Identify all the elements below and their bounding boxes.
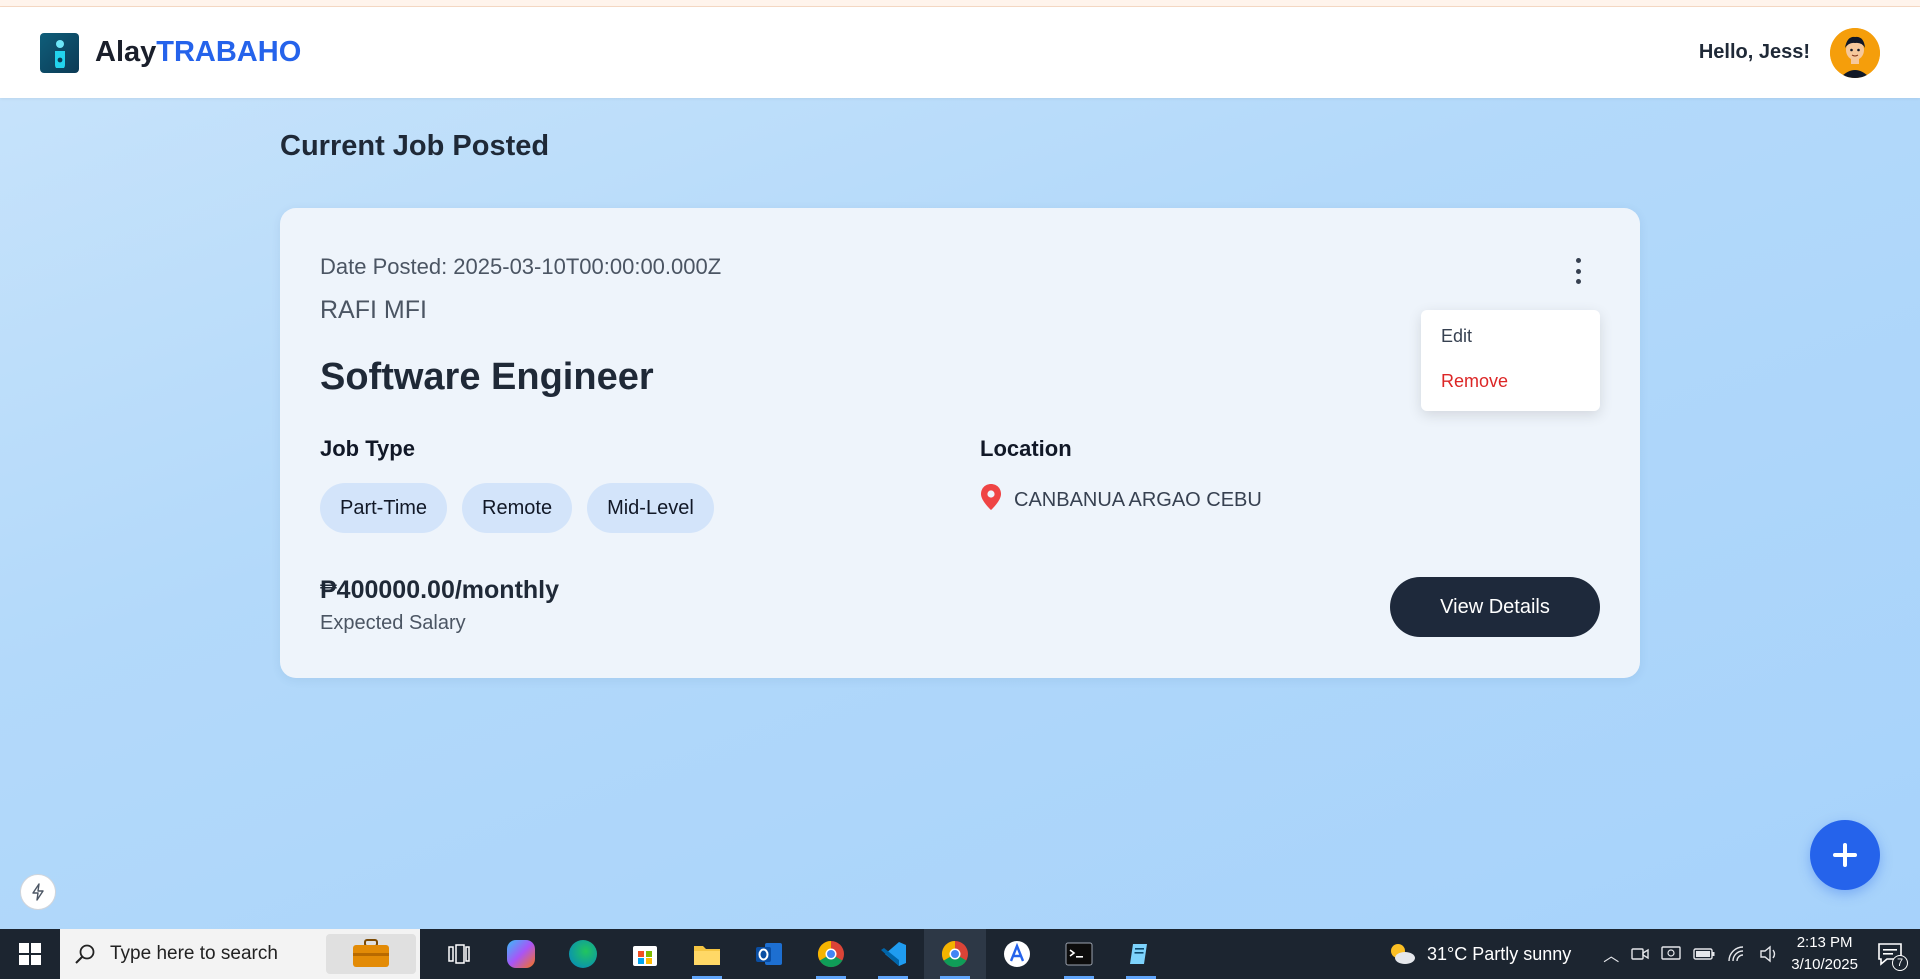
- view-details-button[interactable]: View Details: [1390, 577, 1600, 637]
- menu-remove[interactable]: Remove: [1441, 371, 1508, 392]
- copilot-icon[interactable]: [490, 929, 552, 979]
- notification-count: 7: [1892, 955, 1908, 971]
- store-icon[interactable]: [614, 929, 676, 979]
- brand-name-part2: TRABAHO: [156, 36, 302, 68]
- logo-icon: [40, 32, 79, 73]
- search-placeholder: Type here to search: [110, 943, 278, 964]
- briefcase-icon[interactable]: [326, 934, 416, 974]
- wifi-icon[interactable]: [1727, 945, 1747, 963]
- tag-mid-level: Mid-Level: [587, 483, 714, 533]
- system-tray: 31°C Partly sunny ︿ 2:13 PM 3/10/2025 7: [1387, 932, 1920, 976]
- plus-icon: [1833, 843, 1857, 867]
- add-job-button[interactable]: [1810, 820, 1880, 890]
- page-title: Current Job Posted: [280, 130, 550, 162]
- edge-icon[interactable]: [552, 929, 614, 979]
- more-options-icon[interactable]: [1570, 258, 1586, 284]
- windows-start-icon[interactable]: [0, 929, 60, 979]
- terminal-icon[interactable]: [1048, 929, 1110, 979]
- taskbar: Type here to search 31°C Partly sunny ︿ …: [0, 929, 1920, 979]
- clock[interactable]: 2:13 PM 3/10/2025: [1791, 932, 1858, 976]
- file-explorer-icon[interactable]: [676, 929, 738, 979]
- brand[interactable]: AlayTRABAHO: [40, 32, 301, 73]
- app-a-icon[interactable]: [986, 929, 1048, 979]
- vscode-icon[interactable]: [862, 929, 924, 979]
- volume-icon[interactable]: [1759, 945, 1779, 963]
- job-type-tags: Part-Time Remote Mid-Level: [320, 483, 714, 533]
- user-menu[interactable]: Hello, Jess!: [1698, 27, 1880, 78]
- display-icon[interactable]: [1661, 945, 1681, 963]
- weather-widget[interactable]: 31°C Partly sunny: [1387, 941, 1571, 967]
- navbar: AlayTRABAHO Hello, Jess!: [0, 7, 1920, 98]
- location-text: CANBANUA ARGAO CEBU: [1014, 488, 1262, 511]
- tag-remote: Remote: [462, 483, 573, 533]
- chrome-icon[interactable]: [924, 929, 986, 979]
- salary-label: Expected Salary: [320, 612, 466, 634]
- map-pin-icon: [980, 484, 1002, 516]
- salary-amount: ₱400000.00/monthly: [320, 576, 560, 604]
- job-title: Software Engineer: [320, 356, 654, 398]
- location-label: Location: [980, 436, 1072, 461]
- greeting-text: Hello, Jess!: [1698, 41, 1810, 63]
- chevron-up-icon[interactable]: ︿: [1603, 942, 1619, 966]
- options-menu: Edit Remove: [1421, 310, 1600, 411]
- search-icon: [75, 944, 95, 964]
- avatar[interactable]: [1830, 27, 1880, 78]
- browser-top-strip: [0, 0, 1920, 7]
- company-name: RAFI MFI: [320, 296, 427, 324]
- job-card: Date Posted: 2025-03-10T00:00:00.000Z RA…: [280, 208, 1640, 678]
- taskbar-search[interactable]: Type here to search: [60, 929, 420, 979]
- location: CANBANUA ARGAO CEBU: [980, 484, 1262, 516]
- tag-part-time: Part-Time: [320, 483, 448, 533]
- menu-edit[interactable]: Edit: [1441, 326, 1472, 347]
- notepad-icon[interactable]: [1110, 929, 1172, 979]
- taskbar-apps: [428, 929, 1172, 979]
- partly-sunny-icon: [1390, 944, 1415, 964]
- weather-text: 31°C Partly sunny: [1426, 943, 1572, 964]
- date-posted: Date Posted: 2025-03-10T00:00:00.000Z: [320, 254, 722, 279]
- job-type-label: Job Type: [320, 436, 415, 461]
- camera-icon[interactable]: [1631, 945, 1649, 963]
- battery-icon[interactable]: [1693, 947, 1715, 961]
- clock-time: 2:13 PM: [1796, 934, 1853, 951]
- lightning-icon[interactable]: [20, 874, 56, 910]
- outlook-icon[interactable]: [738, 929, 800, 979]
- brand-name: AlayTRABAHO: [95, 36, 301, 69]
- notification-icon[interactable]: 7: [1870, 939, 1910, 971]
- brand-name-part1: Alay: [95, 36, 157, 68]
- chrome-profile-icon[interactable]: [800, 929, 862, 979]
- clock-date: 3/10/2025: [1791, 956, 1858, 973]
- task-view-icon[interactable]: [428, 929, 490, 979]
